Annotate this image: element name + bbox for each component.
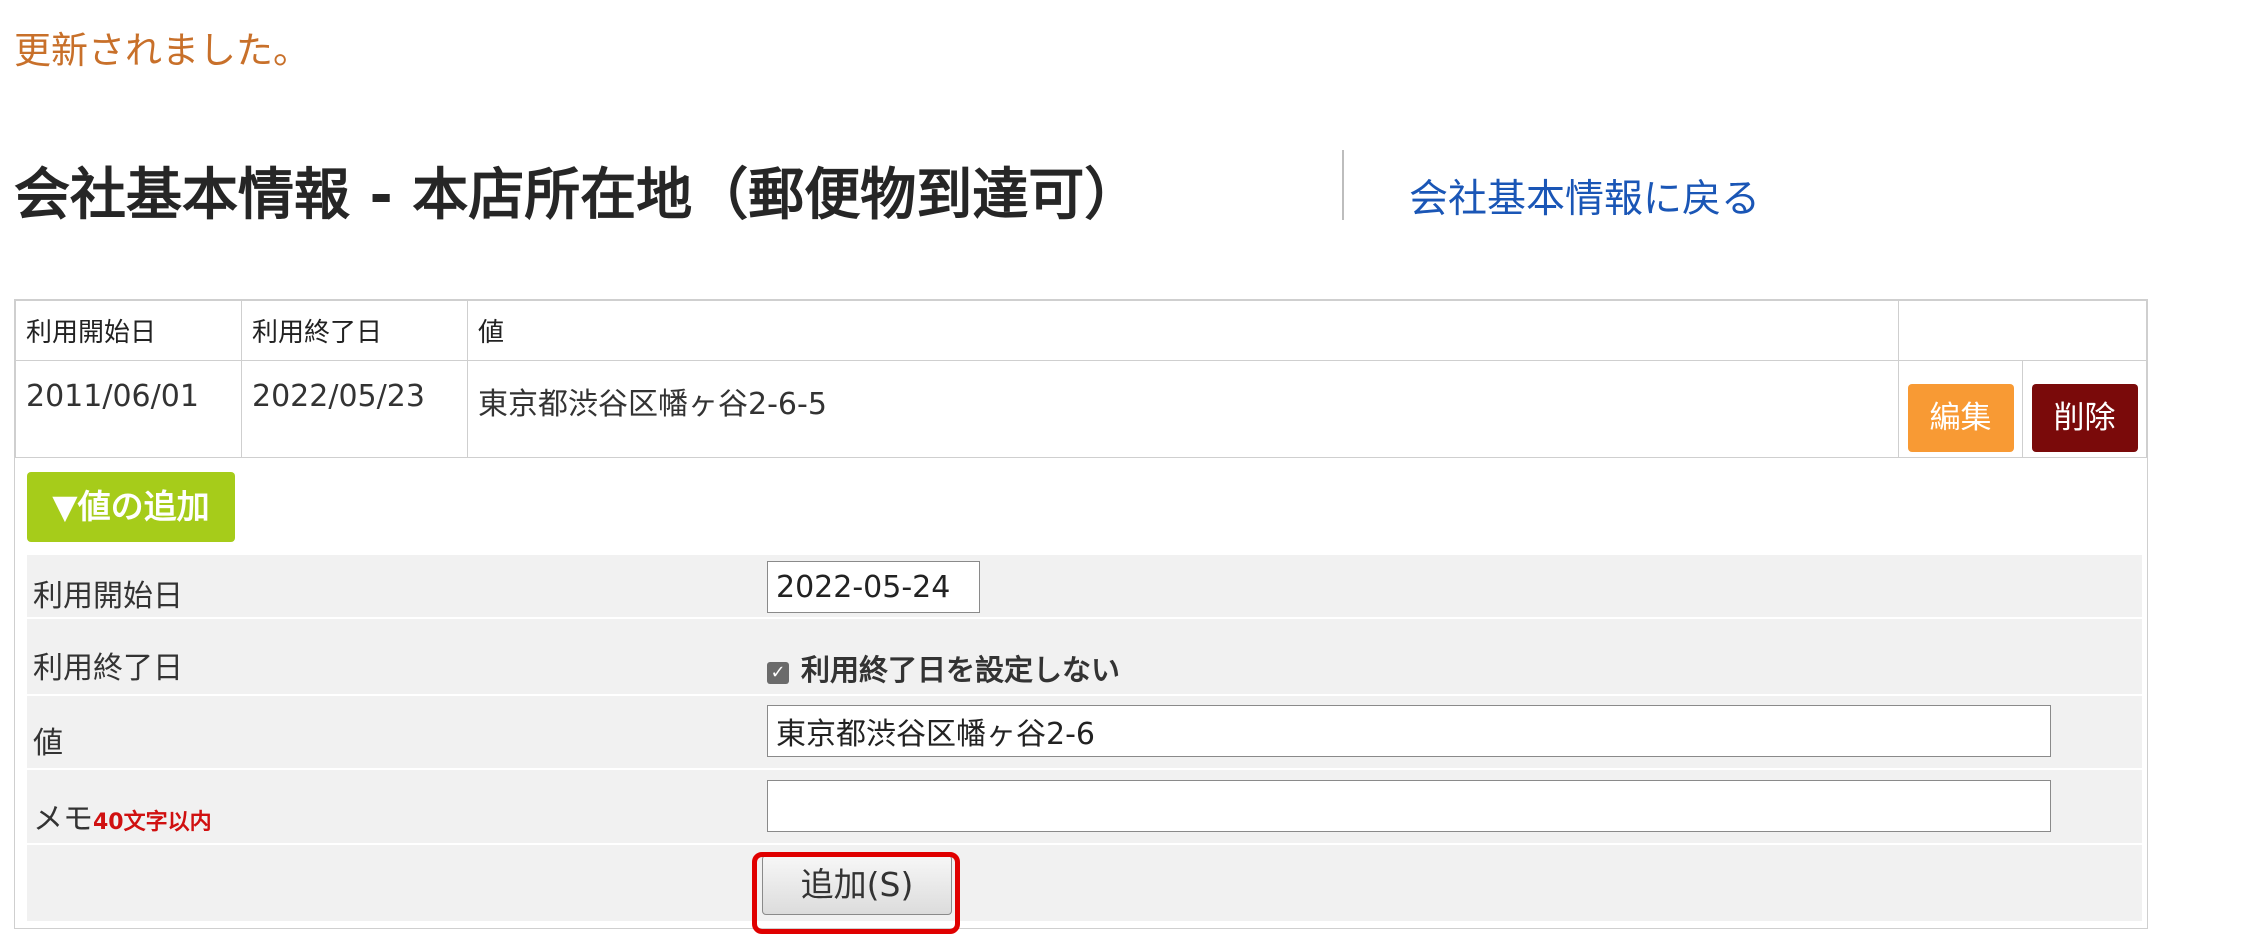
submit-highlight-box (752, 852, 960, 934)
header-value: 値 (467, 300, 1899, 361)
row-start-date: 2011/06/01 (15, 360, 242, 458)
edit-button[interactable]: 編集 (1907, 384, 2014, 452)
memo-label-group: メモ40文字以内 (33, 794, 212, 838)
header-start-date: 利用開始日 (15, 300, 242, 361)
form-row-end-date: 利用終了日 ✓ 利用終了日を設定しない (27, 619, 2142, 696)
table-row: 2011/06/01 2022/05/23 東京都渋谷区幡ヶ谷2-6-5 編集 … (15, 360, 2147, 458)
back-to-company-info-link[interactable]: 会社基本情報に戻る (1409, 168, 1760, 224)
title-divider (1342, 150, 1344, 220)
page-title: 会社基本情報 - 本店所在地（郵便物到達可） (14, 163, 1141, 228)
row-value: 東京都渋谷区幡ヶ谷2-6-5 (467, 360, 1899, 458)
no-end-date-checkbox[interactable]: ✓ (767, 662, 789, 684)
add-value-toggle[interactable]: ▼値の追加 (27, 472, 235, 542)
title-row: 会社基本情報 - 本店所在地（郵便物到達可） 会社基本情報に戻る (14, 142, 2214, 232)
delete-button[interactable]: 削除 (2031, 384, 2138, 452)
delete-cell: 削除 (2022, 360, 2147, 458)
form-row-submit: 追加(S) (27, 845, 2142, 934)
form-row-start-date: 利用開始日 (27, 555, 2142, 619)
memo-input[interactable] (767, 780, 2051, 832)
table-header-row: 利用開始日 利用終了日 値 (15, 300, 2147, 361)
header-actions (1898, 300, 2147, 361)
start-date-label: 利用開始日 (33, 579, 183, 614)
value-input[interactable] (767, 705, 2051, 757)
end-date-label: 利用終了日 (33, 651, 183, 686)
add-value-form: 利用開始日 利用終了日 ✓ 利用終了日を設定しない 値 メモ40文字以内 追加(S… (27, 555, 2142, 934)
form-row-memo: メモ40文字以内 (27, 770, 2142, 845)
value-label: 値 (33, 726, 63, 761)
memo-length-note: 40文字以内 (93, 810, 212, 835)
header-end-date: 利用終了日 (241, 300, 468, 361)
no-end-date-label: 利用終了日を設定しない (801, 653, 1121, 687)
no-end-date-option[interactable]: ✓ 利用終了日を設定しない (767, 647, 1120, 689)
memo-label: メモ (33, 802, 93, 837)
form-row-value: 値 (27, 696, 2142, 770)
start-date-input[interactable] (767, 561, 980, 613)
row-end-date: 2022/05/23 (241, 360, 468, 458)
values-panel: 利用開始日 利用終了日 値 2011/06/01 2022/05/23 東京都渋… (14, 299, 2148, 934)
flash-message: 更新されました。 (14, 29, 310, 72)
edit-cell: 編集 (1898, 360, 2023, 458)
values-table: 利用開始日 利用終了日 値 2011/06/01 2022/05/23 東京都渋… (15, 300, 2147, 458)
